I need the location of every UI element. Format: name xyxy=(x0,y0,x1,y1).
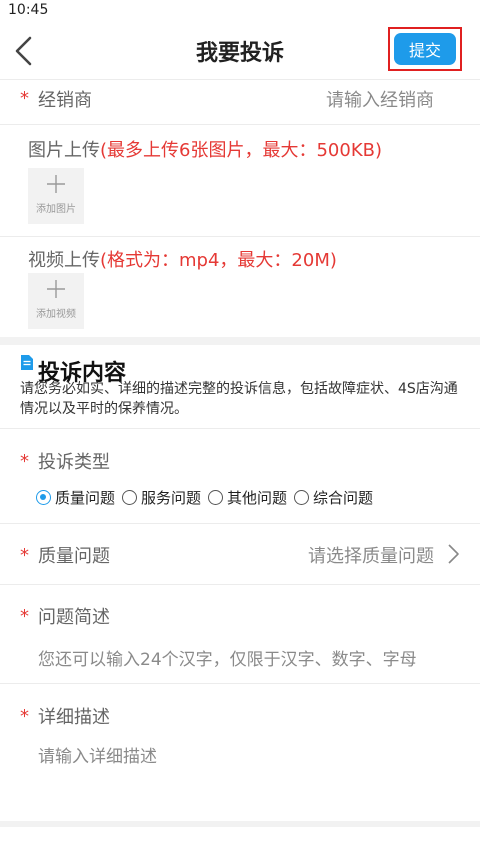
divider xyxy=(0,236,480,237)
radio-label: 质量问题 xyxy=(55,488,116,507)
complaint-type-label: 投诉类型 xyxy=(38,452,110,473)
add-video-label: 添加视频 xyxy=(36,309,76,320)
document-icon xyxy=(21,355,33,370)
radio-label: 综合问题 xyxy=(313,488,374,507)
divider xyxy=(0,683,480,684)
dealer-input[interactable]: 请输入经销商 xyxy=(326,86,434,112)
radio-service[interactable]: 服务问题 xyxy=(122,487,201,508)
divider xyxy=(0,124,480,125)
submit-button[interactable]: 提交 xyxy=(394,33,456,65)
detail-textarea[interactable]: 请输入详细描述 xyxy=(38,742,157,767)
divider xyxy=(0,428,480,429)
quality-issue-select[interactable]: 请选择质量问题 xyxy=(308,542,434,568)
section-separator xyxy=(0,337,480,345)
add-video-button[interactable]: 添加视频 xyxy=(28,273,84,329)
submit-highlight: 提交 xyxy=(388,27,462,71)
nav-bar: 我要投诉 提交 xyxy=(0,22,480,80)
radio-button[interactable] xyxy=(122,489,138,505)
radio-label: 其他问题 xyxy=(227,488,288,507)
bottom-separator xyxy=(0,821,480,827)
complaint-type-options: 质量问题 服务问题 其他问题 综合问题 xyxy=(36,486,380,508)
required-mark: * xyxy=(20,451,29,472)
image-upload-label: 图片上传(最多上传6张图片，最大：500KB) xyxy=(28,136,382,162)
quality-issue-row[interactable]: * 质量问题 请选择质量问题 xyxy=(0,524,480,584)
radio-label: 服务问题 xyxy=(141,488,202,507)
chevron-right-icon xyxy=(448,544,459,564)
quality-issue-label: 质量问题 xyxy=(38,546,110,567)
add-image-label: 添加图片 xyxy=(36,204,76,215)
dealer-label: 经销商 xyxy=(38,90,92,111)
summary-input[interactable]: 您还可以输入24个汉字，仅限于汉字、数字、字母 xyxy=(38,645,417,670)
detail-label: 详细描述 xyxy=(38,707,110,728)
radio-button-checked[interactable] xyxy=(36,489,51,505)
radio-comprehensive[interactable]: 综合问题 xyxy=(294,487,373,508)
plus-icon xyxy=(47,175,65,193)
video-upload-title: 视频上传 xyxy=(28,250,100,271)
radio-button[interactable] xyxy=(208,489,224,505)
image-upload-title: 图片上传 xyxy=(28,140,100,161)
summary-label: 问题简述 xyxy=(38,607,110,628)
video-upload-hint: (格式为：mp4，最大：20M) xyxy=(100,250,337,271)
image-upload-hint: (最多上传6张图片，最大：500KB) xyxy=(100,140,383,161)
radio-other[interactable]: 其他问题 xyxy=(208,487,287,508)
video-upload-label: 视频上传(格式为：mp4，最大：20M) xyxy=(28,246,337,272)
status-time: 10:45 xyxy=(8,2,49,18)
section-description: 请您务必如实、详细的描述完整的投诉信息，包括故障症状、4S店沟通情况以及平时的保… xyxy=(20,381,458,417)
add-image-button[interactable]: 添加图片 xyxy=(28,168,84,224)
required-mark: * xyxy=(20,606,29,627)
required-mark: * xyxy=(20,545,29,566)
required-mark: * xyxy=(20,706,29,727)
plus-icon xyxy=(47,280,65,298)
status-bar: 10:45 xyxy=(0,0,480,22)
radio-button[interactable] xyxy=(294,489,310,505)
required-mark: * xyxy=(20,88,29,109)
dealer-row[interactable]: * 经销商 请输入经销商 xyxy=(0,80,480,124)
radio-quality[interactable]: 质量问题 xyxy=(36,487,115,508)
divider xyxy=(0,584,480,585)
